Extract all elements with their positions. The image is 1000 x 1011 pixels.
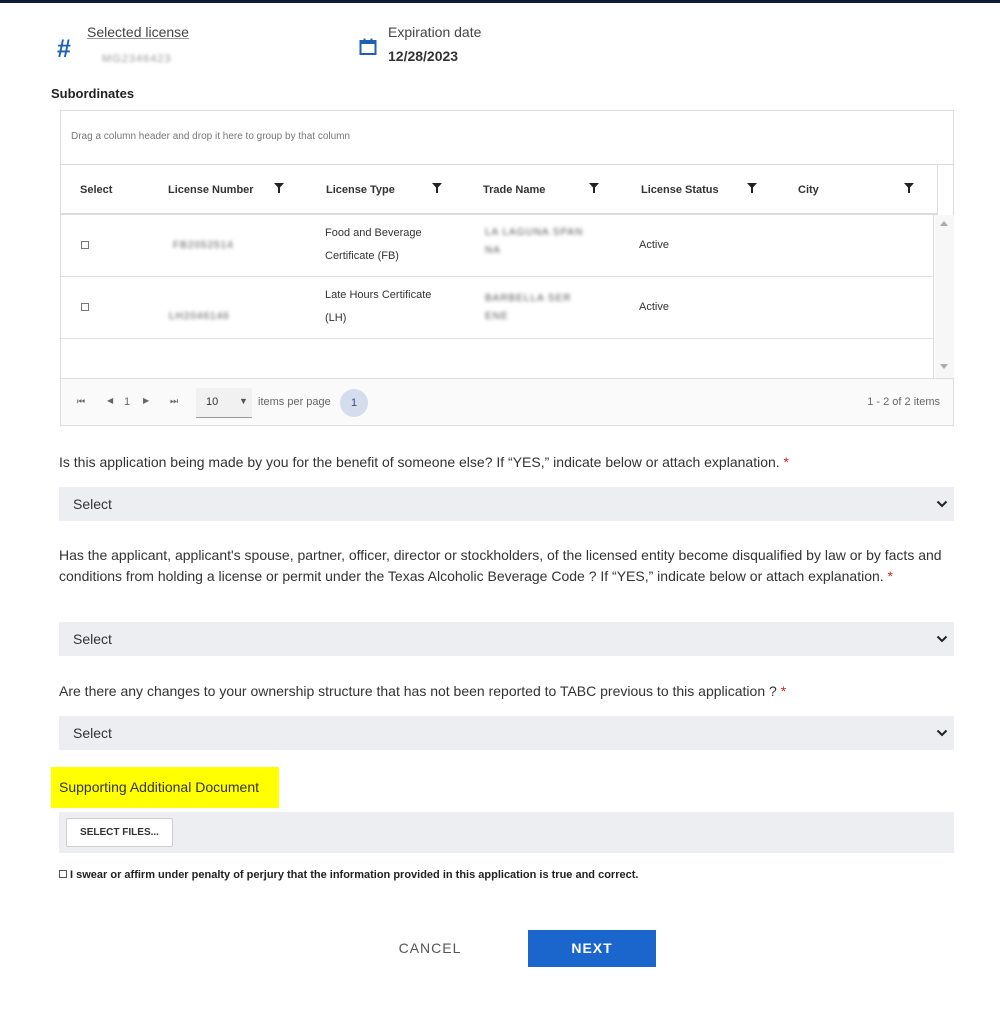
subordinates-title: Subordinates xyxy=(51,86,135,101)
selected-license-label: Selected license xyxy=(87,24,189,40)
license-number-cell: FB2052514 xyxy=(173,240,234,251)
prev-page-icon[interactable]: ◀ xyxy=(107,396,113,405)
select-value: Select xyxy=(73,725,112,741)
column-header-license-type[interactable]: License Type xyxy=(326,184,395,196)
column-header-trade-name[interactable]: Trade Name xyxy=(483,184,545,196)
select-value: Select xyxy=(73,496,112,512)
caret-down-icon: ▼ xyxy=(239,396,248,406)
current-page-number[interactable]: 1 xyxy=(124,396,130,408)
filter-icon[interactable] xyxy=(903,182,915,194)
next-page-icon[interactable]: ▶ xyxy=(143,396,149,405)
select-value: Select xyxy=(73,631,112,647)
filter-icon[interactable] xyxy=(588,182,600,194)
column-header-select[interactable]: Select xyxy=(80,184,112,196)
expiration-date-label: Expiration date xyxy=(388,24,482,40)
grid-scrollbar[interactable] xyxy=(935,215,954,378)
license-status-cell: Active xyxy=(639,301,669,313)
trade-name-cell: BARBELLA SER ENE xyxy=(485,293,572,322)
table-row: FB2052514 Food and Beverage Certificate … xyxy=(61,215,934,277)
affirm-text: I swear or affirm under penalty of perju… xyxy=(70,869,639,881)
next-button[interactable]: NEXT xyxy=(528,930,656,967)
ownership-changes-select[interactable]: Select xyxy=(59,716,954,750)
affirmation: I swear or affirm under penalty of perju… xyxy=(59,869,638,881)
selected-license-value: MG2346423 xyxy=(102,53,172,65)
chevron-down-icon xyxy=(936,635,948,643)
first-page-icon[interactable]: ⏮ xyxy=(77,396,85,407)
last-page-icon[interactable]: ⏭ xyxy=(170,396,178,407)
column-header-license-number[interactable]: License Number xyxy=(168,184,254,196)
license-type-cell: Late Hours Certificate (LH) xyxy=(325,289,432,324)
cancel-button[interactable]: CANCEL xyxy=(370,930,490,967)
grid-pager: ⏮ ◀ 1 ▶ ⏭ 10 ▼ items per page 1 1 - 2 of… xyxy=(61,378,953,425)
header-scroll-spacer xyxy=(937,164,954,215)
license-type-cell: Food and Beverage Certificate (FB) xyxy=(325,227,422,262)
question-ownership-changes: Are there any changes to your ownership … xyxy=(59,683,787,699)
affirm-checkbox[interactable] xyxy=(59,870,67,878)
expiration-date-value: 12/28/2023 xyxy=(388,48,459,64)
trade-name-cell: LA LAGUNA SPAN NA xyxy=(485,227,584,256)
chevron-down-icon xyxy=(936,729,948,737)
disqualified-select[interactable]: Select xyxy=(59,622,954,656)
grid-body: FB2052514 Food and Beverage Certificate … xyxy=(61,215,934,378)
filter-icon[interactable] xyxy=(431,182,443,194)
calendar-icon xyxy=(359,38,377,55)
top-border xyxy=(0,0,1000,3)
benefit-of-other-select[interactable]: Select xyxy=(59,487,954,521)
required-marker: * xyxy=(780,683,787,699)
file-upload-area[interactable]: SELECT FILES... xyxy=(59,812,954,853)
scroll-up-icon[interactable] xyxy=(940,221,948,226)
chevron-down-icon xyxy=(936,500,948,508)
filter-icon[interactable] xyxy=(746,182,758,194)
required-marker: * xyxy=(783,454,789,470)
filter-icon[interactable] xyxy=(273,182,285,194)
row-select-checkbox[interactable] xyxy=(81,241,89,249)
group-drop-area[interactable]: Drag a column header and drop it here to… xyxy=(71,131,350,142)
question-disqualified: Has the applicant, applicant's spouse, p… xyxy=(59,547,942,584)
column-header-city[interactable]: City xyxy=(798,184,819,196)
required-marker: * xyxy=(887,568,893,584)
license-number-cell: LH2046146 xyxy=(169,311,230,322)
hash-icon: # xyxy=(57,35,71,63)
page-size-value: 10 xyxy=(206,396,219,408)
pager-count: 1 - 2 of 2 items xyxy=(867,396,940,408)
scroll-down-icon[interactable] xyxy=(940,364,948,369)
supporting-document-label: Supporting Additional Document xyxy=(51,767,279,808)
question-benefit-of-other: Is this application being made by you fo… xyxy=(59,454,789,470)
license-status-cell: Active xyxy=(639,239,669,251)
table-row: LH2046146 Late Hours Certificate (LH) BA… xyxy=(61,277,934,339)
subordinates-grid: Drag a column header and drop it here to… xyxy=(60,110,954,426)
page-badge[interactable]: 1 xyxy=(340,389,368,417)
column-header-license-status[interactable]: License Status xyxy=(641,184,719,196)
page-size-select[interactable]: 10 ▼ xyxy=(196,388,252,418)
items-per-page-label: items per page xyxy=(258,396,331,408)
row-select-checkbox[interactable] xyxy=(81,303,89,311)
grid-header: Select License Number License Type Trade… xyxy=(61,164,937,215)
select-files-button[interactable]: SELECT FILES... xyxy=(66,818,173,847)
